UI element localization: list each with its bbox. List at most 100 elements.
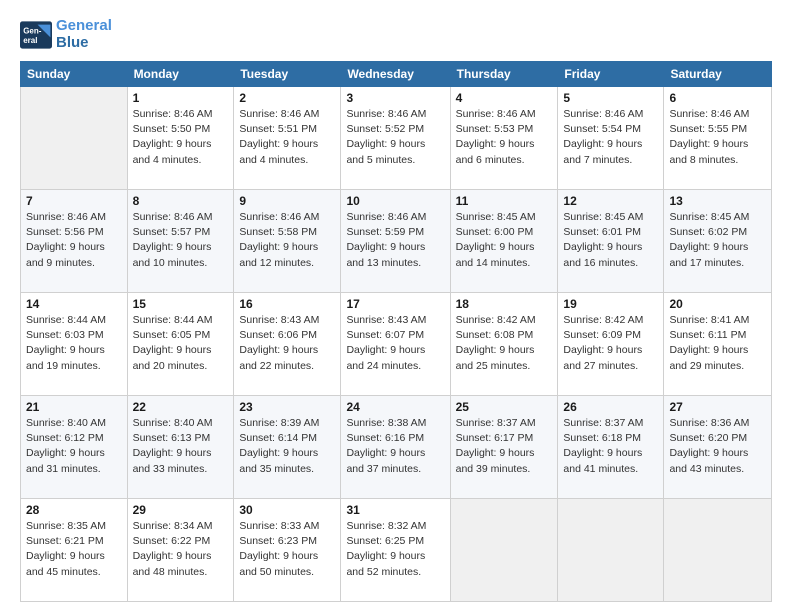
day-number: 31 xyxy=(346,503,444,517)
calendar-cell: 17 Sunrise: 8:43 AMSunset: 6:07 PMDayligh… xyxy=(341,293,450,396)
day-number: 4 xyxy=(456,91,553,105)
day-info: Sunrise: 8:45 AMSunset: 6:02 PMDaylight:… xyxy=(669,210,766,271)
calendar-cell xyxy=(558,499,664,602)
day-info: Sunrise: 8:33 AMSunset: 6:23 PMDaylight:… xyxy=(239,519,335,580)
calendar-cell: 7 Sunrise: 8:46 AMSunset: 5:56 PMDaylight… xyxy=(21,190,128,293)
calendar-cell: 8 Sunrise: 8:46 AMSunset: 5:57 PMDaylight… xyxy=(127,190,234,293)
day-info: Sunrise: 8:46 AMSunset: 5:58 PMDaylight:… xyxy=(239,210,335,271)
weekday-tuesday: Tuesday xyxy=(234,62,341,87)
day-info: Sunrise: 8:46 AMSunset: 5:54 PMDaylight:… xyxy=(563,107,658,168)
day-info: Sunrise: 8:41 AMSunset: 6:11 PMDaylight:… xyxy=(669,313,766,374)
day-info: Sunrise: 8:45 AMSunset: 6:01 PMDaylight:… xyxy=(563,210,658,271)
day-number: 14 xyxy=(26,297,122,311)
day-info: Sunrise: 8:42 AMSunset: 6:09 PMDaylight:… xyxy=(563,313,658,374)
calendar-cell: 22 Sunrise: 8:40 AMSunset: 6:13 PMDayligh… xyxy=(127,396,234,499)
day-number: 6 xyxy=(669,91,766,105)
page-header: Gen- eral GeneralBlue xyxy=(20,18,772,51)
day-number: 20 xyxy=(669,297,766,311)
calendar-cell xyxy=(21,87,128,190)
calendar-cell: 5 Sunrise: 8:46 AMSunset: 5:54 PMDaylight… xyxy=(558,87,664,190)
day-number: 3 xyxy=(346,91,444,105)
calendar-cell: 29Sunrise: 8:34 AMSunset: 6:22 PMDayligh… xyxy=(127,499,234,602)
calendar-cell xyxy=(450,499,558,602)
day-info: Sunrise: 8:45 AMSunset: 6:00 PMDaylight:… xyxy=(456,210,553,271)
svg-text:Gen-: Gen- xyxy=(23,26,42,35)
day-number: 15 xyxy=(133,297,229,311)
day-info: Sunrise: 8:39 AMSunset: 6:14 PMDaylight:… xyxy=(239,416,335,477)
day-info: Sunrise: 8:34 AMSunset: 6:22 PMDaylight:… xyxy=(133,519,229,580)
day-number: 2 xyxy=(239,91,335,105)
weekday-friday: Friday xyxy=(558,62,664,87)
day-info: Sunrise: 8:46 AMSunset: 5:52 PMDaylight:… xyxy=(346,107,444,168)
day-number: 17 xyxy=(346,297,444,311)
day-info: Sunrise: 8:42 AMSunset: 6:08 PMDaylight:… xyxy=(456,313,553,374)
day-info: Sunrise: 8:35 AMSunset: 6:21 PMDaylight:… xyxy=(26,519,122,580)
calendar-cell: 30Sunrise: 8:33 AMSunset: 6:23 PMDayligh… xyxy=(234,499,341,602)
calendar-cell: 19 Sunrise: 8:42 AMSunset: 6:09 PMDayligh… xyxy=(558,293,664,396)
day-number: 27 xyxy=(669,400,766,414)
day-info: Sunrise: 8:38 AMSunset: 6:16 PMDaylight:… xyxy=(346,416,444,477)
calendar-cell: 26Sunrise: 8:37 AMSunset: 6:18 PMDayligh… xyxy=(558,396,664,499)
calendar-cell: 24 Sunrise: 8:38 AMSunset: 6:16 PMDayligh… xyxy=(341,396,450,499)
day-info: Sunrise: 8:44 AMSunset: 6:05 PMDaylight:… xyxy=(133,313,229,374)
calendar-week-2: 7 Sunrise: 8:46 AMSunset: 5:56 PMDaylight… xyxy=(21,190,772,293)
calendar-cell: 1Sunrise: 8:46 AMSunset: 5:50 PMDaylight… xyxy=(127,87,234,190)
day-number: 10 xyxy=(346,194,444,208)
day-number: 13 xyxy=(669,194,766,208)
day-info: Sunrise: 8:46 AMSunset: 5:51 PMDaylight:… xyxy=(239,107,335,168)
calendar-cell: 21 Sunrise: 8:40 AMSunset: 6:12 PMDayligh… xyxy=(21,396,128,499)
weekday-monday: Monday xyxy=(127,62,234,87)
day-info: Sunrise: 8:43 AMSunset: 6:07 PMDaylight:… xyxy=(346,313,444,374)
calendar-table: SundayMondayTuesdayWednesdayThursdayFrid… xyxy=(20,61,772,602)
day-info: Sunrise: 8:44 AMSunset: 6:03 PMDaylight:… xyxy=(26,313,122,374)
day-number: 16 xyxy=(239,297,335,311)
calendar-cell: 16 Sunrise: 8:43 AMSunset: 6:06 PMDayligh… xyxy=(234,293,341,396)
logo-icon: Gen- eral xyxy=(20,21,52,49)
calendar-cell: 3 Sunrise: 8:46 AMSunset: 5:52 PMDaylight… xyxy=(341,87,450,190)
day-number: 23 xyxy=(239,400,335,414)
svg-text:eral: eral xyxy=(23,36,37,45)
calendar-cell: 23 Sunrise: 8:39 AMSunset: 6:14 PMDayligh… xyxy=(234,396,341,499)
calendar-cell: 2 Sunrise: 8:46 AMSunset: 5:51 PMDaylight… xyxy=(234,87,341,190)
weekday-wednesday: Wednesday xyxy=(341,62,450,87)
calendar-cell: 10 Sunrise: 8:46 AMSunset: 5:59 PMDayligh… xyxy=(341,190,450,293)
day-info: Sunrise: 8:46 AMSunset: 5:50 PMDaylight:… xyxy=(133,107,229,168)
day-number: 18 xyxy=(456,297,553,311)
calendar-week-4: 21 Sunrise: 8:40 AMSunset: 6:12 PMDayligh… xyxy=(21,396,772,499)
weekday-header-row: SundayMondayTuesdayWednesdayThursdayFrid… xyxy=(21,62,772,87)
day-number: 5 xyxy=(563,91,658,105)
calendar-cell: 4 Sunrise: 8:46 AMSunset: 5:53 PMDaylight… xyxy=(450,87,558,190)
calendar-cell: 9 Sunrise: 8:46 AMSunset: 5:58 PMDaylight… xyxy=(234,190,341,293)
calendar-cell: 15 Sunrise: 8:44 AMSunset: 6:05 PMDayligh… xyxy=(127,293,234,396)
calendar-week-1: 1Sunrise: 8:46 AMSunset: 5:50 PMDaylight… xyxy=(21,87,772,190)
day-info: Sunrise: 8:46 AMSunset: 5:57 PMDaylight:… xyxy=(133,210,229,271)
day-number: 11 xyxy=(456,194,553,208)
calendar-cell: 12Sunrise: 8:45 AMSunset: 6:01 PMDayligh… xyxy=(558,190,664,293)
day-number: 8 xyxy=(133,194,229,208)
day-info: Sunrise: 8:46 AMSunset: 5:56 PMDaylight:… xyxy=(26,210,122,271)
weekday-saturday: Saturday xyxy=(664,62,772,87)
day-number: 22 xyxy=(133,400,229,414)
calendar-cell xyxy=(664,499,772,602)
day-number: 26 xyxy=(563,400,658,414)
calendar-cell: 6Sunrise: 8:46 AMSunset: 5:55 PMDaylight… xyxy=(664,87,772,190)
day-info: Sunrise: 8:40 AMSunset: 6:13 PMDaylight:… xyxy=(133,416,229,477)
day-number: 7 xyxy=(26,194,122,208)
calendar-cell: 14 Sunrise: 8:44 AMSunset: 6:03 PMDayligh… xyxy=(21,293,128,396)
day-info: Sunrise: 8:43 AMSunset: 6:06 PMDaylight:… xyxy=(239,313,335,374)
day-info: Sunrise: 8:46 AMSunset: 5:59 PMDaylight:… xyxy=(346,210,444,271)
calendar-cell: 11 Sunrise: 8:45 AMSunset: 6:00 PMDayligh… xyxy=(450,190,558,293)
calendar-week-3: 14 Sunrise: 8:44 AMSunset: 6:03 PMDayligh… xyxy=(21,293,772,396)
calendar-cell: 31Sunrise: 8:32 AMSunset: 6:25 PMDayligh… xyxy=(341,499,450,602)
weekday-thursday: Thursday xyxy=(450,62,558,87)
day-info: Sunrise: 8:36 AMSunset: 6:20 PMDaylight:… xyxy=(669,416,766,477)
day-info: Sunrise: 8:46 AMSunset: 5:53 PMDaylight:… xyxy=(456,107,553,168)
day-info: Sunrise: 8:37 AMSunset: 6:17 PMDaylight:… xyxy=(456,416,553,477)
day-number: 9 xyxy=(239,194,335,208)
day-number: 24 xyxy=(346,400,444,414)
calendar-cell: 18 Sunrise: 8:42 AMSunset: 6:08 PMDayligh… xyxy=(450,293,558,396)
day-number: 19 xyxy=(563,297,658,311)
day-number: 21 xyxy=(26,400,122,414)
day-info: Sunrise: 8:40 AMSunset: 6:12 PMDaylight:… xyxy=(26,416,122,477)
calendar-cell: 28Sunrise: 8:35 AMSunset: 6:21 PMDayligh… xyxy=(21,499,128,602)
